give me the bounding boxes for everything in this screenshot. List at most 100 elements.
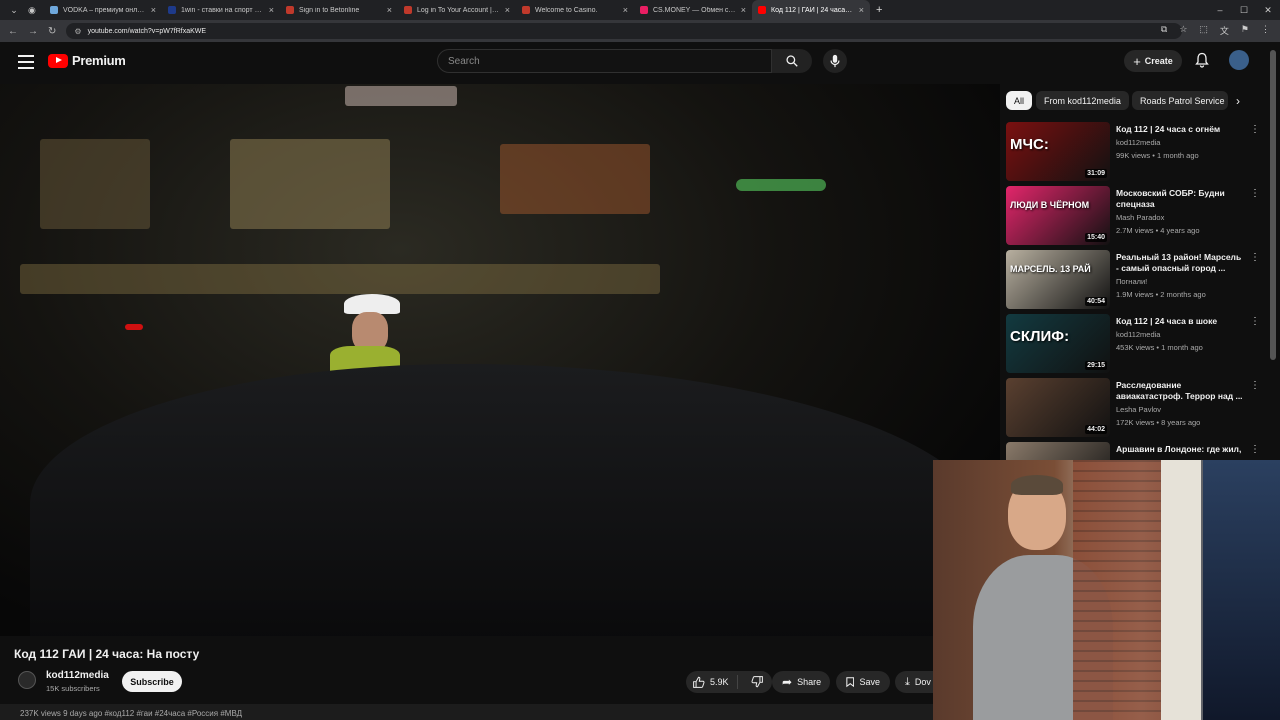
chip-roads-patrol[interactable]: Roads Patrol Service <box>1132 91 1228 110</box>
page-scrollbar[interactable] <box>1270 50 1276 360</box>
browser-tab[interactable]: Log in To Your Account | BetOr × <box>398 0 516 20</box>
chip-all[interactable]: All <box>1006 91 1033 110</box>
share-button[interactable]: ➦ Share <box>772 671 830 693</box>
more-options-icon[interactable]: ⋮ <box>1250 316 1260 327</box>
more-options-icon[interactable]: ⋮ <box>1250 124 1260 135</box>
recommended-video-meta: 2.7M views • 4 years ago <box>1116 226 1200 235</box>
recommended-video[interactable]: СКЛИФ: 29:15 Код 112 | 24 часа в шоке kod11… <box>1006 314 1266 374</box>
video-description-strip[interactable]: 237K views 9 days ago #код112 #гаи #24ча… <box>0 704 1000 720</box>
browser-menu-icon[interactable]: ⋮ <box>1261 24 1270 37</box>
close-tab-icon[interactable]: × <box>269 5 274 15</box>
video-duration: 40:54 <box>1085 297 1107 306</box>
browser-tab[interactable]: Welcome to Casino. × <box>516 0 634 20</box>
car-silhouette <box>30 364 990 636</box>
more-options-icon[interactable]: ⋮ <box>1250 380 1260 391</box>
recommended-channel-name[interactable]: kod112media <box>1116 138 1160 147</box>
bookmark-star-icon[interactable]: ☆ <box>1179 24 1187 37</box>
search-placeholder: Search <box>448 56 480 67</box>
close-window-button[interactable]: ✕ <box>1256 0 1280 20</box>
video-duration: 15:40 <box>1085 233 1107 242</box>
recommended-channel-name[interactable]: Mash Paradox <box>1116 213 1164 222</box>
notifications-bell-icon[interactable] <box>1195 52 1209 68</box>
chevron-right-icon[interactable]: › <box>1236 94 1240 108</box>
close-tab-icon[interactable]: × <box>387 5 392 15</box>
scene-light <box>345 86 457 106</box>
like-dislike-group: 5.9K <box>686 671 772 693</box>
extensions-icon[interactable]: ⬚ <box>1199 24 1208 37</box>
more-options-icon[interactable]: ⋮ <box>1250 444 1260 455</box>
browser-tab-strip: ⌄ ◉ VODKA – премиум онлайн-ка×1win - ста… <box>0 0 1280 20</box>
close-tab-icon[interactable]: × <box>151 5 156 15</box>
search-input[interactable]: Search <box>437 49 772 73</box>
forward-button[interactable]: → <box>28 26 38 37</box>
description-preview: 237K views 9 days ago #код112 #гаи #24ча… <box>20 709 243 718</box>
close-tab-icon[interactable]: × <box>505 5 510 15</box>
menu-icon[interactable] <box>18 55 34 69</box>
recommended-video-title[interactable]: Московский СОБР: Будни спецназа <box>1116 188 1246 210</box>
video-thumbnail[interactable]: ЛЮДИ В ЧЁРНОМ 15:40 <box>1006 186 1110 245</box>
recommended-video[interactable]: 44:02 Расследование авиакатастроф. Террор… <box>1006 378 1266 438</box>
recommended-video-title[interactable]: Код 112 | 24 часа с огнём <box>1116 124 1246 135</box>
browser-tab[interactable]: 1win - ставки на спорт - 5764 × <box>162 0 280 20</box>
thumbnail-caption: МАРСЕЛЬ. 13 РАЙ <box>1010 264 1091 274</box>
video-thumbnail[interactable]: МАРСЕЛЬ. 13 РАЙ 40:54 <box>1006 250 1110 309</box>
thumbs-up-icon <box>693 676 705 688</box>
video-thumbnail[interactable]: СКЛИФ: 29:15 <box>1006 314 1110 373</box>
tab-title: VODKA – премиум онлайн-ка <box>63 6 146 14</box>
close-tab-icon[interactable]: × <box>741 5 746 15</box>
scene-light <box>230 139 390 229</box>
minimize-button[interactable]: – <box>1208 0 1232 20</box>
video-thumbnail[interactable]: 44:02 <box>1006 378 1110 437</box>
tab-search-icon[interactable]: ⌄ <box>0 5 28 16</box>
browser-tab[interactable]: Sign in to Betonline × <box>280 0 398 20</box>
close-tab-icon[interactable]: × <box>859 5 864 15</box>
logo-text: Premium <box>72 53 126 68</box>
recommended-channel-name[interactable]: Lesha Pavlov <box>1116 405 1161 414</box>
recommended-video[interactable]: МЧС: 31:09 Код 112 | 24 часа с огнём kod112… <box>1006 122 1266 182</box>
recommended-channel-name[interactable]: kod112media <box>1116 330 1160 339</box>
search-button[interactable] <box>772 49 812 73</box>
tab-favicon-icon <box>50 6 58 14</box>
create-button[interactable]: + Create <box>1124 50 1182 72</box>
translate-icon[interactable]: 文 <box>1220 24 1229 37</box>
thumbnail-caption: СКЛИФ: <box>1010 328 1070 345</box>
recommended-video-title[interactable]: Код 112 | 24 часа в шоке <box>1116 316 1246 327</box>
chip-from-channel[interactable]: From kod112media <box>1036 91 1129 110</box>
subscriber-count: 15K subscribers <box>46 684 100 693</box>
recommended-video-title[interactable]: Расследование авиакатастроф. Террор над … <box>1116 380 1246 402</box>
more-options-icon[interactable]: ⋮ <box>1250 188 1260 199</box>
recommended-video-title[interactable]: Реальный 13 район! Марсель - самый опасн… <box>1116 252 1246 274</box>
voice-search-button[interactable] <box>823 49 847 73</box>
recommended-video-title[interactable]: Аршавин в Лондоне: где жил, <box>1116 444 1246 455</box>
video-player[interactable] <box>0 84 1000 636</box>
site-info-icon[interactable]: ⚙ <box>74 27 81 36</box>
maximize-button[interactable]: ☐ <box>1232 0 1256 20</box>
recommended-video[interactable]: МАРСЕЛЬ. 13 РАЙ 40:54 Реальный 13 район! М… <box>1006 250 1266 310</box>
browser-tab[interactable]: VODKA – премиум онлайн-ка × <box>44 0 162 20</box>
recommended-video[interactable]: ЛЮДИ В ЧЁРНОМ 15:40 Московский СОБР: Будни… <box>1006 186 1266 246</box>
channel-name[interactable]: kod112media <box>46 670 109 681</box>
channel-avatar[interactable] <box>18 671 36 689</box>
reload-button[interactable]: ↻ <box>48 26 56 37</box>
scene-light <box>736 179 826 191</box>
recommended-channel-name[interactable]: Погнали! <box>1116 277 1147 286</box>
url-field[interactable]: ⚙ youtube.com/watch?v=pW7fRfxaKWE <box>66 23 1182 39</box>
save-button[interactable]: Save <box>836 671 890 693</box>
video-duration: 31:09 <box>1085 169 1107 178</box>
youtube-logo[interactable]: Premium <box>48 53 126 68</box>
more-options-icon[interactable]: ⋮ <box>1250 252 1260 263</box>
thumbnail-caption: МЧС: <box>1010 136 1049 153</box>
dislike-button[interactable] <box>743 675 764 690</box>
bookmark-icon <box>846 677 855 688</box>
like-button[interactable]: 5.9K <box>686 675 738 689</box>
open-in-app-icon[interactable]: ⧉ <box>1161 24 1167 37</box>
account-avatar[interactable] <box>1229 50 1249 70</box>
new-tab-button[interactable]: + <box>876 4 882 16</box>
close-tab-icon[interactable]: × <box>623 5 628 15</box>
browser-tab[interactable]: CS.MONEY — Обмен скинов С × <box>634 0 752 20</box>
subscribe-button[interactable]: Subscribe <box>122 671 182 692</box>
video-thumbnail[interactable]: МЧС: 31:09 <box>1006 122 1110 181</box>
profile-icon[interactable]: ⚑ <box>1241 24 1249 37</box>
browser-tab[interactable]: Код 112 | ГАИ | 24 часа: На × <box>752 0 870 20</box>
back-button[interactable]: ← <box>8 26 18 37</box>
